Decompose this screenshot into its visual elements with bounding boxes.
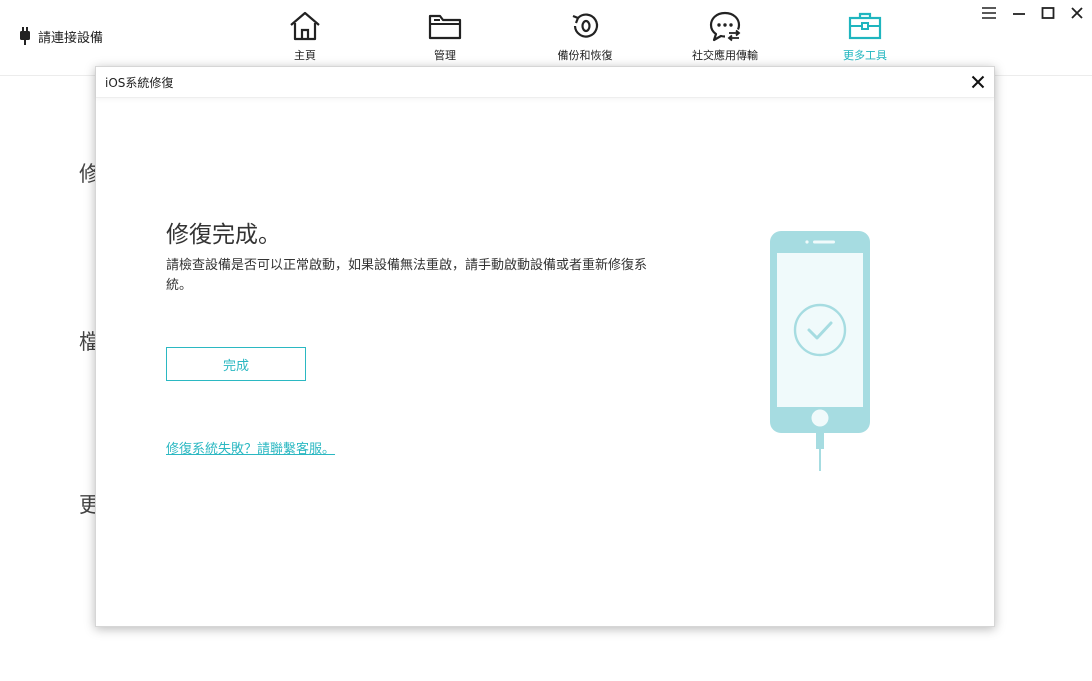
nav-more-tools-label: 更多工具 xyxy=(843,49,887,62)
repair-complete-title: 修復完成。 xyxy=(166,222,281,248)
window-minimize-button[interactable] xyxy=(1008,2,1030,24)
top-toolbar: 請連接設備 主頁 管理 備份和恢復 社交應用傳輸 更多工具 xyxy=(0,0,1092,76)
ios-repair-dialog: iOS系統修復 修復完成。 請檢查設備是否可以正常啟動，如果設備無法重啟，請手動… xyxy=(95,66,995,627)
minimize-icon xyxy=(1013,13,1025,15)
menu-icon xyxy=(982,7,996,19)
repair-complete-description: 請檢查設備是否可以正常啟動，如果設備無法重啟，請手動啟動設備或者重新修復系統。 xyxy=(166,258,648,293)
done-button[interactable]: 完成 xyxy=(166,347,306,381)
nav-social-transfer-label: 社交應用傳輸 xyxy=(692,49,758,62)
nav-home[interactable]: 主頁 xyxy=(250,8,360,68)
nav-social-transfer[interactable]: 社交應用傳輸 xyxy=(670,8,780,68)
device-status-label: 請連接設備 xyxy=(38,30,104,46)
close-icon xyxy=(971,75,985,89)
folder-icon xyxy=(428,14,462,40)
window-menu-button[interactable] xyxy=(978,2,1000,24)
toolbox-icon xyxy=(848,12,882,40)
window-maximize-button[interactable] xyxy=(1037,2,1059,24)
nav-backup-restore-label: 備份和恢復 xyxy=(557,49,613,62)
maximize-icon xyxy=(1041,7,1055,19)
home-icon xyxy=(290,11,320,41)
close-icon xyxy=(1071,7,1083,19)
dialog-title: iOS系統修復 xyxy=(105,76,174,90)
nav-backup-restore[interactable]: 備份和恢復 xyxy=(530,8,640,68)
backup-restore-icon xyxy=(572,13,599,38)
dialog-header: iOS系統修復 xyxy=(96,67,994,98)
phone-check-icon xyxy=(770,231,870,471)
nav-manage-label: 管理 xyxy=(434,49,456,62)
nav-home-label: 主頁 xyxy=(294,49,316,62)
usb-plug-icon xyxy=(20,27,30,45)
device-connection-status: 請連接設備 xyxy=(20,26,103,46)
nav-manage[interactable]: 管理 xyxy=(390,8,500,68)
chat-transfer-icon xyxy=(709,11,741,42)
dialog-close-button[interactable] xyxy=(968,72,988,92)
contact-support-link[interactable]: 修復系統失敗？請聯繫客服。 xyxy=(166,438,335,457)
window-close-button[interactable] xyxy=(1066,2,1088,24)
nav-more-tools[interactable]: 更多工具 xyxy=(810,8,920,68)
